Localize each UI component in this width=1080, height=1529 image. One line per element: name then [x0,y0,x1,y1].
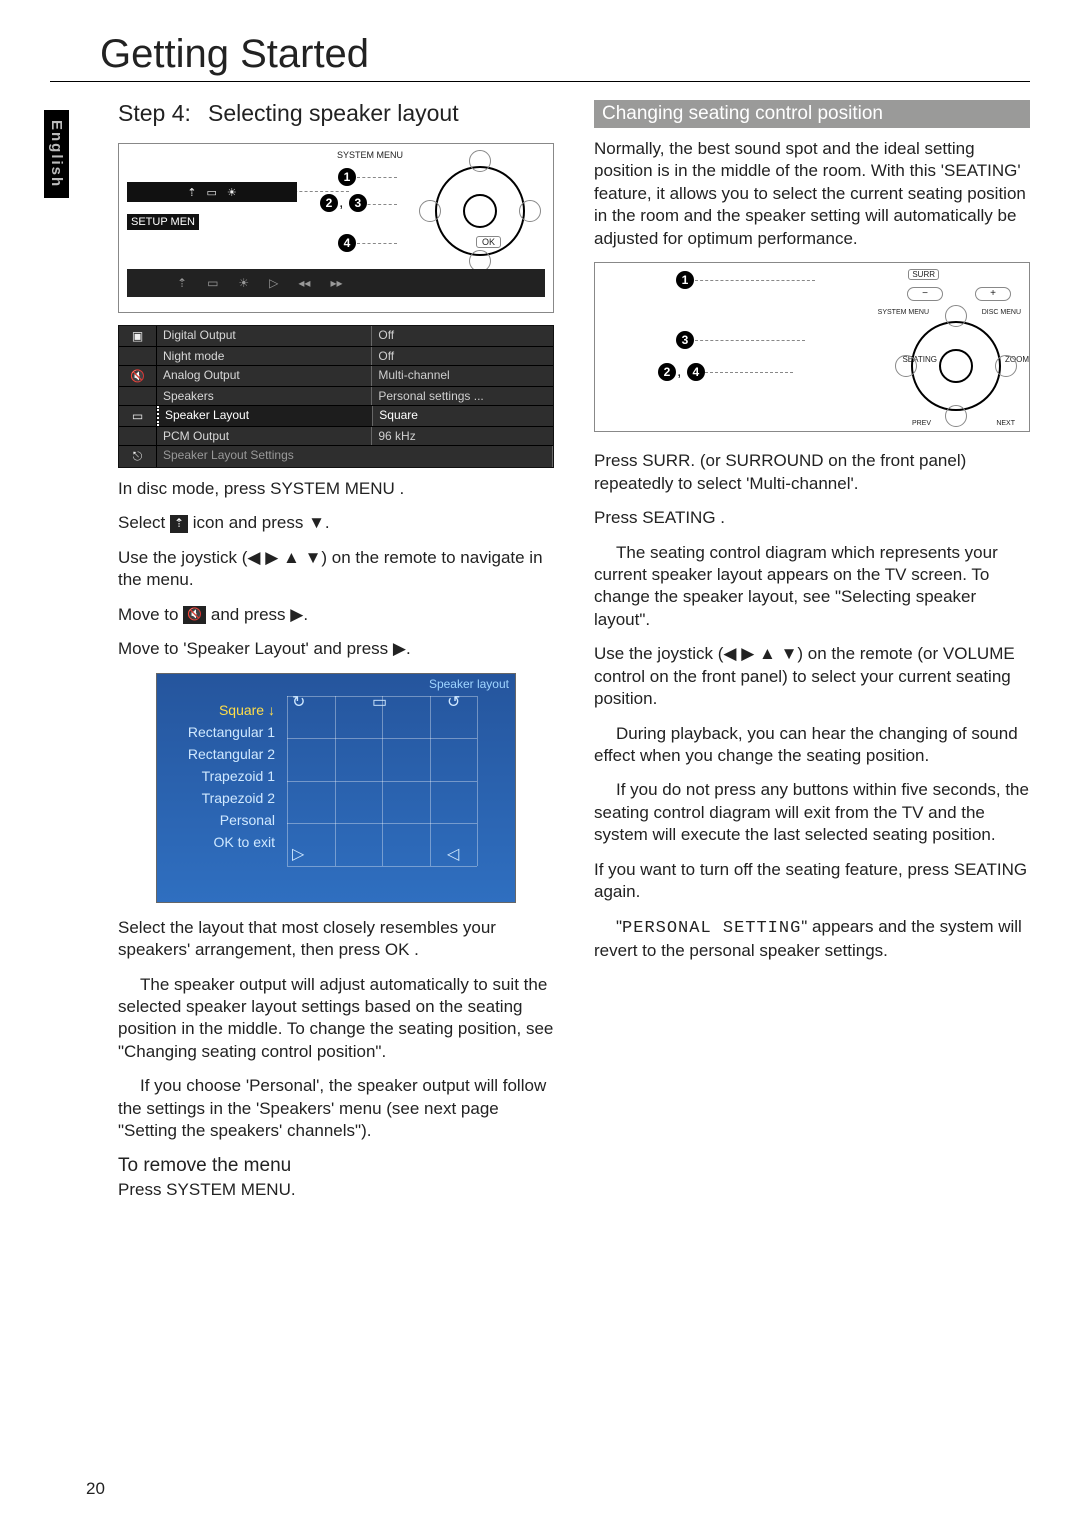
forward-icon: ▸▸ [330,276,342,290]
remote-top-strip: ⇡▭☀ [127,182,297,202]
instruction-text: "PERSONAL SETTING" appears and the syste… [594,916,1030,963]
step-label: Step 4: [118,100,208,127]
setup-menu-badge: SETUP MEN [127,214,199,230]
layout-option: Personal [161,812,275,828]
setup-menu-table: ▣ Digital Output Off Night mode Off 🔇 An… [118,325,554,468]
instruction-text: Press SEATING . [594,507,1030,529]
left-column: Step 4: Selecting speaker layout SYSTEM … [118,100,554,1213]
page-number: 20 [86,1479,105,1499]
surr-button-icon: SURR [908,269,939,280]
menu-label: Night mode [157,347,372,365]
dpad-icon [901,311,1011,421]
instruction-text: During playback, you can hear the changi… [594,723,1030,768]
callout-2: 2 [658,363,676,381]
mute-icon: 🔇 [183,606,206,624]
volume-minus-icon: − [907,287,943,301]
remove-menu-heading: To remove the menu [118,1155,554,1177]
speaker-fr-icon: ↺ [447,692,460,712]
speaker-layout-figure: Speaker layout Square ↓ Rectangular 1 Re… [156,673,516,903]
system-menu-label: SYSTEM MENU [337,150,403,160]
prev-label: PREV [912,420,931,427]
remote-diagram-right: SURR − + SYSTEM MENU DISC MENU SEATING Z… [594,262,1030,432]
volume-plus-icon: + [975,287,1011,301]
layout-option: Rectangular 1 [161,724,275,740]
menu-value: Multi-channel [372,366,553,386]
menu-label: Speaker Layout Settings [157,446,553,467]
menu-icon-exit: ⎋ [119,446,157,467]
intro-text: Normally, the best sound spot and the id… [594,138,1030,250]
layout-option: OK to exit [161,834,275,850]
callout-1: 1 [338,168,356,186]
figure-title: Speaker layout [429,677,509,691]
title-rule [50,81,1030,82]
menu-value: Off [372,326,553,346]
brightness-icon: ☀ [238,276,249,290]
menu-value: Off [372,347,553,365]
menu-icon-person: ▣ [119,326,157,346]
menu-label: Analog Output [157,366,372,386]
layout-option: Trapezoid 2 [161,790,275,806]
instruction-text: The seating control diagram which repres… [594,542,1030,632]
play-icon: ▷ [269,276,278,290]
speakers-icon: ⇡ [177,276,187,290]
language-tab: English [44,110,69,198]
right-column: Changing seating control position Normal… [594,100,1030,1213]
instruction-text: Move to 'Speaker Layout' and press ▶. [118,638,554,660]
page-title: Getting Started [100,32,1030,77]
callout-3: 3 [676,331,694,349]
menu-icon-speaker: 🔇 [119,366,157,386]
instruction-text: Press SURR. (or SURROUND on the front pa… [594,450,1030,495]
menu-label: Speakers [157,387,372,405]
callout-4: 4 [687,363,705,381]
instruction-text: Select ⇡ icon and press ▼. [118,512,554,534]
instruction-text: If you do not press any buttons within f… [594,779,1030,846]
speaker-c-icon: ▭ [372,692,387,712]
callout-1: 1 [676,271,694,289]
step-title: Selecting speaker layout [208,100,554,127]
instruction-text: Press SYSTEM MENU. [118,1179,554,1201]
instruction-text: Select the layout that most closely rese… [118,917,554,962]
layout-option: Square ↓ [161,702,275,718]
ok-button-icon: OK [476,236,501,248]
screen-icon: ▭ [207,276,218,290]
speakers-highlight-icon: ⇡ [170,515,188,533]
instruction-text: Move to 🔇 and press ▶. [118,604,554,626]
instruction-text: If you want to turn off the seating feat… [594,859,1030,904]
callout-3: 3 [349,194,367,212]
menu-label: Speaker Layout [157,406,373,426]
menu-value: Personal settings ... [372,387,553,405]
menu-icon-display: ▭ [119,406,157,426]
menu-value: Square [373,406,553,426]
speaker-rl-icon: ▷ [292,844,304,864]
menu-label: PCM Output [157,427,372,445]
callout-2: 2 [320,194,338,212]
instruction-text: Use the joystick (◀ ▶ ▲ ▼) on the remote… [594,643,1030,710]
transport-row: ⇡ ▭ ☀ ▷ ◂◂ ▸▸ [127,269,545,297]
instruction-text: If you choose 'Personal', the speaker ou… [118,1075,554,1142]
step-heading: Step 4: Selecting speaker layout [118,100,554,127]
speaker-fl-icon: ↻ [292,692,305,712]
layout-option: Rectangular 2 [161,746,275,762]
next-label: NEXT [996,420,1015,427]
dpad-icon [425,156,535,266]
room-grid [287,696,477,866]
instruction-text: In disc mode, press SYSTEM MENU . [118,478,554,500]
section-heading: Changing seating control position [594,100,1030,128]
menu-value: 96 kHz [372,427,553,445]
instruction-text: The speaker output will adjust automatic… [118,974,554,1064]
callout-4: 4 [338,234,356,252]
remote-diagram-left: SYSTEM MENU ⇡▭☀ SETUP MEN 1 2, 3 4 OK [118,143,554,313]
speaker-rr-icon: ◁ [447,844,459,864]
rewind-icon: ◂◂ [298,276,310,290]
layout-options: Square ↓ Rectangular 1 Rectangular 2 Tra… [161,696,275,856]
layout-option: Trapezoid 1 [161,768,275,784]
menu-label: Digital Output [157,326,372,346]
instruction-text: Use the joystick (◀ ▶ ▲ ▼) on the remote… [118,547,554,592]
